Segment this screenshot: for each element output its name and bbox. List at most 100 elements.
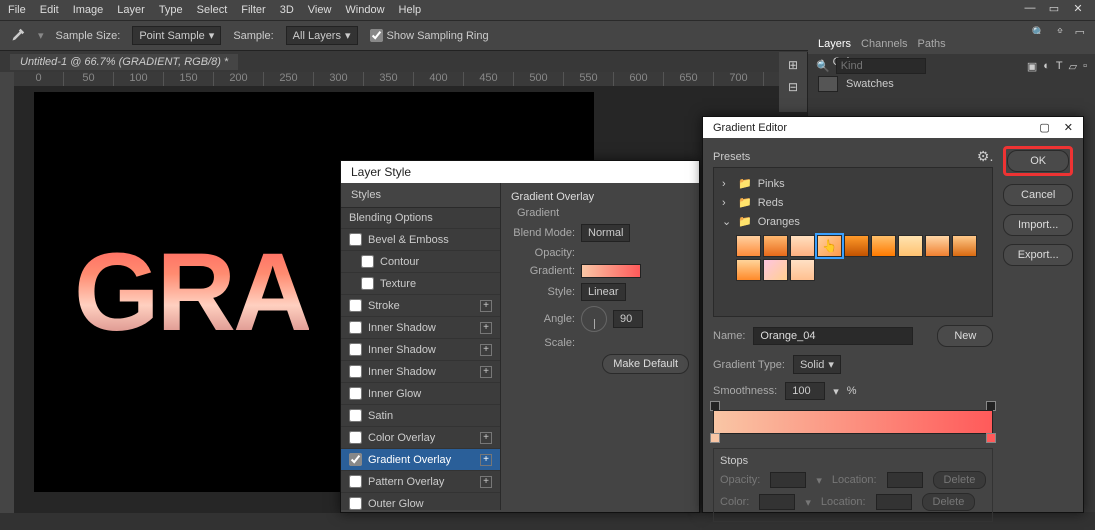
cancel-button[interactable]: Cancel — [1003, 184, 1073, 206]
filter-input[interactable] — [836, 58, 926, 74]
smoothness-value[interactable]: 100 — [785, 382, 825, 400]
document-tab[interactable]: Untitled-1 @ 66.7% (GRADIENT, RGB/8) * — [10, 54, 238, 70]
menu-window[interactable]: Window — [345, 4, 384, 16]
add-icon[interactable]: + — [480, 454, 492, 466]
angle-control[interactable] — [581, 306, 607, 332]
menu-type[interactable]: Type — [159, 4, 183, 16]
ok-button[interactable]: OK — [1007, 150, 1069, 172]
filter-smart-icon[interactable]: ▫ — [1083, 60, 1087, 73]
effect-satin[interactable]: Satin — [341, 405, 500, 427]
effect-inner-glow[interactable]: Inner Glow — [341, 383, 500, 405]
menu-layer[interactable]: Layer — [117, 4, 145, 16]
eyedropper-icon[interactable] — [8, 27, 26, 45]
effect-checkbox[interactable] — [349, 475, 362, 488]
effect-bevel-emboss[interactable]: Bevel & Emboss — [341, 229, 500, 251]
blend-mode-select[interactable]: Normal — [581, 224, 630, 242]
tab-channels[interactable]: Channels — [861, 38, 907, 50]
angle-value[interactable]: 90 — [613, 310, 643, 328]
color-stop-left[interactable] — [710, 433, 720, 443]
layer-style-title[interactable]: Layer Style — [341, 161, 699, 183]
effect-checkbox[interactable] — [349, 321, 362, 334]
tab-layers[interactable]: Layers — [818, 38, 851, 50]
effect-checkbox[interactable] — [349, 299, 362, 312]
style-select[interactable]: Linear — [581, 283, 626, 301]
panel-icon[interactable]: ⊟ — [788, 80, 798, 94]
effect-checkbox[interactable] — [349, 409, 362, 422]
new-button[interactable]: New — [937, 325, 993, 347]
blending-options[interactable]: Blending Options — [341, 208, 500, 229]
effect-checkbox[interactable] — [349, 365, 362, 378]
add-icon[interactable]: + — [480, 432, 492, 444]
effect-checkbox[interactable] — [361, 255, 374, 268]
folder-reds[interactable]: ›📁Reds — [720, 193, 986, 212]
gradient-swatch[interactable] — [871, 235, 896, 257]
sample-select[interactable]: All Layers ▾ — [286, 26, 358, 45]
effect-gradient-overlay[interactable]: Gradient Overlay+ — [341, 449, 500, 471]
filter-type-icon[interactable]: T — [1056, 60, 1063, 73]
effect-checkbox[interactable] — [349, 497, 362, 510]
gradient-swatch[interactable] — [763, 235, 788, 257]
gradient-type-select[interactable]: Solid ▾ — [793, 355, 841, 374]
effect-contour[interactable]: Contour — [341, 251, 500, 273]
effect-stroke[interactable]: Stroke+ — [341, 295, 500, 317]
add-icon[interactable]: + — [480, 476, 492, 488]
filter-image-icon[interactable]: ▣ — [1027, 60, 1037, 73]
maximize-icon[interactable]: ▢ — [1039, 121, 1049, 134]
stop-location-input[interactable] — [887, 472, 923, 488]
menu-edit[interactable]: Edit — [40, 4, 59, 16]
delete-button[interactable]: Delete — [922, 493, 976, 511]
menu-filter[interactable]: Filter — [241, 4, 265, 16]
gradient-swatch[interactable] — [898, 235, 923, 257]
effect-checkbox[interactable] — [349, 431, 362, 444]
gradient-bar[interactable] — [713, 410, 993, 434]
menu-help[interactable]: Help — [399, 4, 422, 16]
gradient-swatch[interactable] — [736, 259, 761, 281]
folder-pinks[interactable]: ›📁Pinks — [720, 174, 986, 193]
import-button[interactable]: Import... — [1003, 214, 1073, 236]
add-icon[interactable]: + — [480, 322, 492, 334]
show-sampling-ring-checkbox[interactable]: Show Sampling Ring — [370, 29, 489, 42]
effect-pattern-overlay[interactable]: Pattern Overlay+ — [341, 471, 500, 493]
gradient-preview[interactable] — [581, 264, 641, 278]
gradient-swatch[interactable] — [736, 235, 761, 257]
maximize-icon[interactable]: ▭ — [1047, 2, 1061, 15]
filter-shape-icon[interactable]: ▱ — [1069, 60, 1077, 73]
effect-inner-shadow[interactable]: Inner Shadow+ — [341, 339, 500, 361]
panel-icon[interactable]: ⊞ — [788, 58, 798, 72]
effect-checkbox[interactable] — [349, 343, 362, 356]
effect-inner-shadow[interactable]: Inner Shadow+ — [341, 317, 500, 339]
menu-3d[interactable]: 3D — [280, 4, 294, 16]
delete-button[interactable]: Delete — [933, 471, 987, 489]
effect-checkbox[interactable] — [349, 453, 362, 466]
color-stop-right[interactable] — [986, 433, 996, 443]
filter-icon[interactable]: 🔍 — [816, 60, 830, 73]
close-icon[interactable]: ✕ — [1071, 2, 1085, 15]
stop-location-input[interactable] — [876, 494, 912, 510]
gradient-swatch[interactable] — [952, 235, 977, 257]
gradient-swatch[interactable]: 👆 — [817, 235, 842, 257]
gradient-swatch[interactable] — [790, 235, 815, 257]
close-icon[interactable]: ✕ — [1064, 121, 1073, 134]
effect-checkbox[interactable] — [349, 387, 362, 400]
gradient-swatch[interactable] — [763, 259, 788, 281]
gradient-swatch[interactable] — [790, 259, 815, 281]
menu-view[interactable]: View — [308, 4, 332, 16]
gradient-swatch[interactable] — [844, 235, 869, 257]
minimize-icon[interactable]: — — [1023, 2, 1037, 15]
folder-oranges[interactable]: ⌄📁Oranges — [720, 212, 986, 231]
gear-icon[interactable]: ⚙. — [977, 148, 993, 165]
gradient-swatch[interactable] — [925, 235, 950, 257]
sample-size-select[interactable]: Point Sample ▾ — [132, 26, 221, 45]
effect-texture[interactable]: Texture — [341, 273, 500, 295]
gradient-editor-title-bar[interactable]: Gradient Editor ▢ ✕ — [703, 117, 1083, 138]
make-default-button[interactable]: Make Default — [602, 354, 689, 374]
menu-file[interactable]: File — [8, 4, 26, 16]
add-icon[interactable]: + — [480, 300, 492, 312]
menu-image[interactable]: Image — [73, 4, 104, 16]
menu-select[interactable]: Select — [197, 4, 228, 16]
export-button[interactable]: Export... — [1003, 244, 1073, 266]
filter-adjust-icon[interactable]: ◐ — [1043, 60, 1050, 73]
effect-inner-shadow[interactable]: Inner Shadow+ — [341, 361, 500, 383]
stop-opacity-input[interactable] — [770, 472, 806, 488]
tab-paths[interactable]: Paths — [918, 38, 946, 50]
